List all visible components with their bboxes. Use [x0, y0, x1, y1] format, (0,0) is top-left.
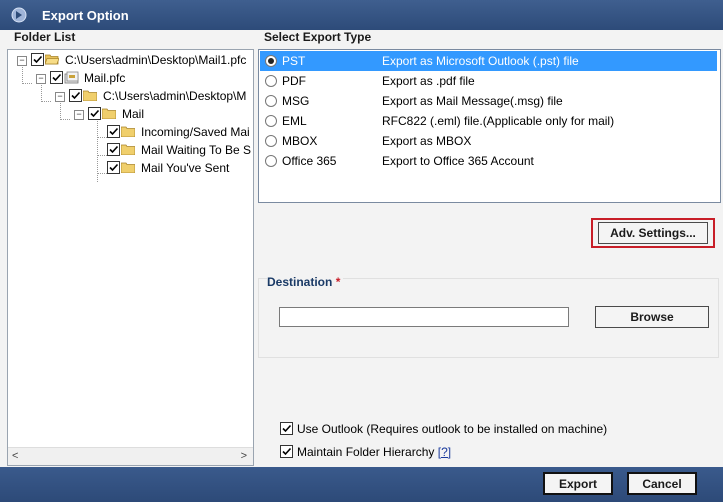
- export-option-mbox[interactable]: MBOX Export as MBOX: [260, 131, 717, 151]
- radio-icon[interactable]: [265, 75, 277, 87]
- export-option-msg[interactable]: MSG Export as Mail Message(.msg) file: [260, 91, 717, 111]
- radio-selected-icon[interactable]: [265, 55, 277, 67]
- use-outlook-label: Use Outlook (Requires outlook to be inst…: [297, 422, 608, 436]
- tree-connector: [60, 100, 61, 120]
- export-option-name: MBOX: [282, 134, 318, 148]
- export-type-label: Select Export Type: [264, 30, 372, 44]
- cancel-button[interactable]: Cancel: [627, 472, 697, 495]
- folder-icon: [121, 126, 135, 137]
- destination-label: Destination *: [267, 275, 344, 289]
- export-option-name: PST: [282, 54, 306, 68]
- tree-connector: [41, 101, 51, 102]
- tree-node-label: Mail Waiting To Be S: [141, 143, 252, 157]
- destination-path-input[interactable]: [279, 307, 569, 327]
- radio-icon[interactable]: [265, 95, 277, 107]
- folder-tree[interactable]: − C:\Users\admin\Desktop\Mail1.pfc − Mai…: [7, 49, 254, 466]
- collapse-icon[interactable]: −: [36, 74, 46, 84]
- export-option-pst[interactable]: PST Export as Microsoft Outlook (.pst) f…: [260, 51, 717, 71]
- radio-icon[interactable]: [265, 135, 277, 147]
- collapse-icon[interactable]: −: [74, 110, 84, 120]
- pfc-file-icon: [64, 71, 79, 84]
- export-option-name: EML: [282, 114, 307, 128]
- folder-icon: [121, 162, 135, 173]
- export-type-list[interactable]: PST Export as Microsoft Outlook (.pst) f…: [258, 49, 721, 203]
- checkbox-checked-icon[interactable]: [280, 422, 293, 435]
- export-option-description: Export to Office 365 Account: [382, 154, 534, 168]
- maintain-hierarchy-label: Maintain Folder Hierarchy: [297, 445, 435, 459]
- destination-label-text: Destination: [267, 275, 333, 289]
- export-option-description: Export as .pdf file: [382, 74, 475, 88]
- collapse-icon[interactable]: −: [55, 92, 65, 102]
- tree-connector: [97, 155, 107, 156]
- app-logo-icon: [11, 7, 27, 23]
- export-option-name: Office 365: [282, 154, 337, 168]
- tree-connector: [97, 137, 107, 138]
- folder-icon: [83, 90, 97, 101]
- tree-connector: [60, 119, 70, 120]
- checkbox-checked-icon[interactable]: [88, 107, 101, 120]
- tree-node-label: Mail.pfc: [84, 71, 126, 85]
- maintain-hierarchy-label-wrap: Maintain Folder Hierarchy [?]: [297, 445, 451, 459]
- export-option-office365[interactable]: Office 365 Export to Office 365 Account: [260, 151, 717, 171]
- footer-bar: [0, 467, 723, 502]
- tree-connector: [22, 64, 23, 84]
- checkbox-checked-icon[interactable]: [107, 125, 120, 138]
- export-option-pdf[interactable]: PDF Export as .pdf file: [260, 71, 717, 91]
- tree-connector: [97, 173, 107, 174]
- tree-node-label: Incoming/Saved Mai: [141, 125, 250, 139]
- required-mark: *: [335, 275, 341, 289]
- checkbox-checked-icon[interactable]: [50, 71, 63, 84]
- horizontal-scrollbar[interactable]: < >: [8, 447, 253, 465]
- export-option-description: Export as Mail Message(.msg) file: [382, 94, 563, 108]
- scroll-right-icon[interactable]: >: [241, 450, 247, 462]
- checkbox-checked-icon[interactable]: [280, 445, 293, 458]
- tree-connector: [41, 82, 42, 102]
- dialog-body: Folder List − C:\Users\admin\Desktop\Mai…: [0, 30, 723, 467]
- radio-icon[interactable]: [265, 155, 277, 167]
- checkbox-checked-icon[interactable]: [107, 143, 120, 156]
- export-option-name: MSG: [282, 94, 310, 108]
- open-folder-icon: [45, 54, 59, 65]
- export-option-name: PDF: [282, 74, 306, 88]
- tree-node-label: Mail You've Sent: [141, 161, 230, 175]
- tree-node-label: Mail: [122, 107, 145, 121]
- folder-list-label: Folder List: [14, 30, 76, 44]
- checkbox-checked-icon[interactable]: [31, 53, 44, 66]
- browse-button[interactable]: Browse: [595, 306, 709, 328]
- tree-connector: [22, 83, 32, 84]
- export-option-description: Export as Microsoft Outlook (.pst) file: [382, 54, 579, 68]
- export-button[interactable]: Export: [543, 472, 613, 495]
- scroll-left-icon[interactable]: <: [12, 450, 18, 462]
- export-option-description: RFC822 (.eml) file.(Applicable only for …: [382, 114, 615, 128]
- radio-icon[interactable]: [265, 115, 277, 127]
- export-option-eml[interactable]: EML RFC822 (.eml) file.(Applicable only …: [260, 111, 717, 131]
- help-link[interactable]: [?]: [438, 445, 451, 459]
- folder-icon: [121, 144, 135, 155]
- folder-icon: [102, 108, 116, 119]
- title-bar: Export Option: [0, 0, 723, 30]
- tree-node-label: C:\Users\admin\Desktop\Mail1.pfc: [65, 53, 247, 67]
- checkbox-checked-icon[interactable]: [69, 89, 82, 102]
- window-title: Export Option: [42, 8, 129, 23]
- collapse-icon[interactable]: −: [17, 56, 27, 66]
- checkbox-checked-icon[interactable]: [107, 161, 120, 174]
- adv-settings-button[interactable]: Adv. Settings...: [598, 222, 708, 244]
- export-option-description: Export as MBOX: [382, 134, 472, 148]
- tree-node-label: C:\Users\admin\Desktop\M: [103, 89, 247, 103]
